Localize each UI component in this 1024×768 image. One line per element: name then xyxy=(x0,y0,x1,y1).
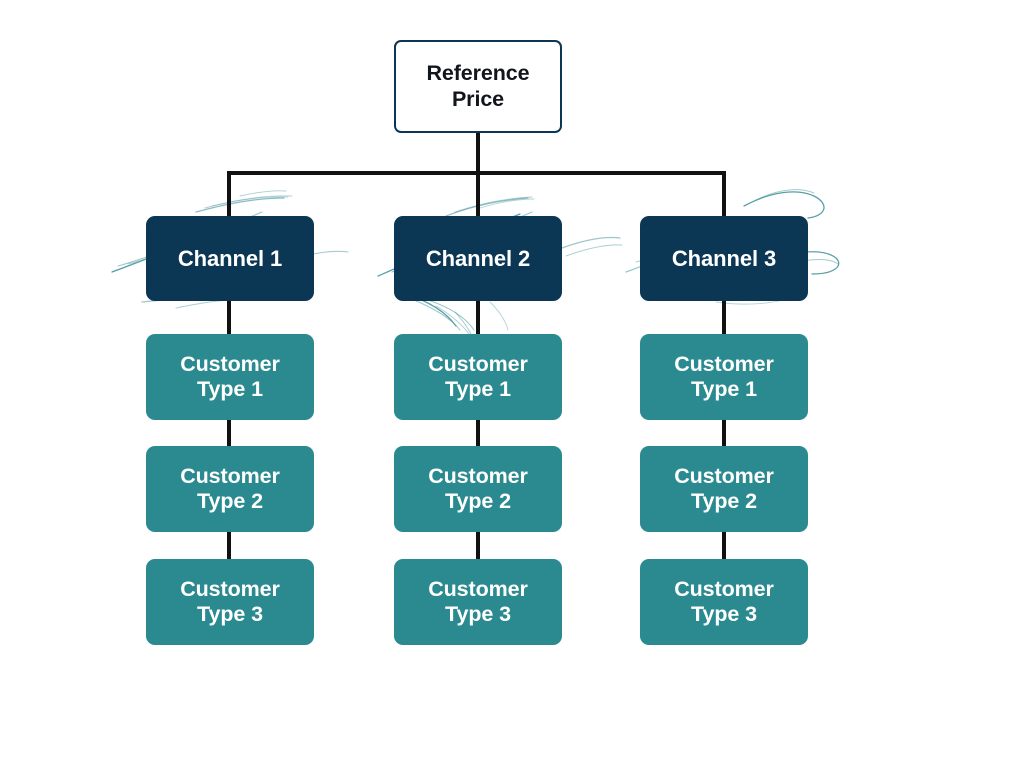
node-channel-2-customer-type-3[interactable]: Customer Type 3 xyxy=(394,559,562,645)
node-channel-3-customer-type-2[interactable]: Customer Type 2 xyxy=(640,446,808,532)
node-reference-price[interactable]: Reference Price xyxy=(394,40,562,133)
node-channel-1-customer-type-1[interactable]: Customer Type 1 xyxy=(146,334,314,420)
node-channel-3-customer-type-3[interactable]: Customer Type 3 xyxy=(640,559,808,645)
node-channel-1-customer-type-3[interactable]: Customer Type 3 xyxy=(146,559,314,645)
node-channel-3-customer-type-1[interactable]: Customer Type 1 xyxy=(640,334,808,420)
node-layer: Reference Price Channel 1 Channel 2 Chan… xyxy=(0,0,1024,768)
node-channel-3[interactable]: Channel 3 xyxy=(640,216,808,301)
node-channel-2-customer-type-2[interactable]: Customer Type 2 xyxy=(394,446,562,532)
node-channel-1-customer-type-2[interactable]: Customer Type 2 xyxy=(146,446,314,532)
diagram-canvas: Reference Price Channel 1 Channel 2 Chan… xyxy=(0,0,1024,768)
node-channel-2[interactable]: Channel 2 xyxy=(394,216,562,301)
node-channel-2-customer-type-1[interactable]: Customer Type 1 xyxy=(394,334,562,420)
node-channel-1[interactable]: Channel 1 xyxy=(146,216,314,301)
